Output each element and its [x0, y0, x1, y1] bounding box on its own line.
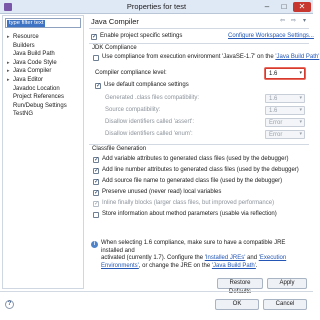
sidebar-item-label: Project References [13, 94, 65, 101]
page-nav-icons: ⇦ ⇨ ▾ [278, 17, 309, 26]
sidebar-item-label: Builders [13, 42, 35, 49]
execution-environments-link[interactable]: 'Execution [259, 255, 287, 261]
sidebar-item[interactable]: Run/Debug Settings [7, 102, 67, 110]
divider [89, 43, 309, 44]
execution-environments-link[interactable]: Environments' [101, 263, 139, 269]
classfile-option-label: Inline finally blocks (larger class file… [102, 200, 275, 206]
enum-identifier-value: Error [269, 132, 283, 138]
java-build-path-link[interactable]: 'Java Build Path' [212, 263, 256, 269]
footer-divider [0, 291, 313, 292]
class-compat-label: Generated .class files compatibility: [105, 95, 200, 101]
classfile-option-label: Add variable attributes to generated cla… [102, 156, 289, 162]
sidebar-item-label: Java Compiler [13, 68, 52, 75]
sidebar-item-label: Run/Debug Settings [13, 102, 67, 109]
chevron-down-icon: ▾ [299, 107, 302, 113]
assert-identifier-select[interactable]: Error ▾ [265, 118, 305, 127]
page-title: Java Compiler [91, 17, 139, 26]
cancel-button[interactable]: Cancel [263, 299, 307, 310]
chevron-down-icon: ▾ [299, 131, 302, 137]
enable-project-settings-checkbox[interactable] [91, 33, 97, 40]
sidebar-item[interactable]: ▸ Java Code Style [7, 59, 57, 67]
filter-input[interactable]: type filter text [5, 18, 81, 28]
compliance-level-select[interactable]: 1.6 ▾ [265, 68, 305, 79]
help-icon[interactable]: ? [5, 300, 14, 309]
sidebar-item-label: Java Code Style [13, 59, 57, 66]
jdk-compliance-title: JDK Compliance [91, 45, 138, 51]
sidebar-item-label: Javadoc Location [13, 85, 60, 92]
class-compat-select[interactable]: 1.6 ▾ [265, 94, 305, 103]
compliance-note: When selecting 1.6 compliance, make sure… [101, 240, 303, 270]
classfile-option-label: Add source file name to generated class … [102, 178, 283, 184]
sidebar-item[interactable]: Project References [7, 93, 64, 101]
classfile-option-checkbox[interactable] [93, 200, 99, 207]
minimize-button[interactable]: – [259, 2, 275, 12]
classfile-option-checkbox[interactable] [93, 178, 99, 185]
chevron-down-icon: ▾ [299, 70, 302, 76]
classfile-option-checkbox[interactable] [93, 189, 99, 196]
source-compat-label: Source compatibility: [105, 107, 161, 113]
apply-button[interactable]: Apply [267, 278, 307, 289]
sidebar-item-label: Java Editor [13, 77, 44, 83]
assert-identifier-value: Error [269, 120, 283, 126]
divider [89, 144, 309, 145]
chevron-down-icon: ▾ [299, 95, 302, 101]
configure-workspace-link[interactable]: Configure Workspace Settings... [228, 33, 314, 40]
window-titlebar: Properties for test – □ ✕ [0, 0, 313, 14]
classfile-option-checkbox[interactable] [93, 212, 99, 218]
use-env-compliance-checkbox[interactable] [93, 55, 99, 61]
note-line-3: Environments', or change the JRE on the … [101, 262, 258, 269]
note-line-1: When selecting 1.6 compliance, make sure… [101, 240, 286, 254]
use-default-compliance-checkbox[interactable] [95, 82, 101, 89]
info-icon: i [91, 241, 98, 248]
source-compat-value: 1.6 [269, 108, 278, 114]
forward-icon[interactable]: ⇨ [289, 17, 298, 26]
filter-text: type filter text [7, 20, 46, 27]
sidebar-item[interactable]: Javadoc Location [7, 85, 60, 93]
class-compat-value: 1.6 [269, 96, 278, 102]
menu-icon[interactable]: ▾ [300, 17, 309, 26]
sidebar-item[interactable]: TestNG [7, 110, 33, 118]
restore-defaults-button[interactable]: Restore Defaults [217, 278, 263, 295]
classfile-option-label: Add line number attributes to generated … [102, 167, 299, 173]
title-divider [89, 28, 309, 29]
sidebar-item-label: Java Build Path [13, 51, 55, 58]
sidebar-item[interactable]: Builders [7, 42, 35, 50]
back-icon[interactable]: ⇦ [278, 17, 287, 26]
assert-identifier-label: Disallow identifiers called 'assert': [105, 119, 194, 125]
java-compiler-page: Java Compiler ⇦ ⇨ ▾ Enable project speci… [87, 15, 319, 295]
preference-tree-panel: type filter text ▸ Resource Builders Java B… [2, 15, 84, 289]
sidebar-item-label: Resource [13, 34, 39, 40]
classfile-option-label: Store information about method parameter… [102, 211, 277, 217]
classfile-option-checkbox[interactable] [93, 167, 99, 174]
java-build-path-link[interactable]: 'Java Build Path' [275, 54, 319, 60]
enum-identifier-label: Disallow identifiers called 'enum': [105, 131, 193, 137]
classfile-option-label: Preserve unused (never read) local varia… [102, 189, 222, 195]
chevron-down-icon: ▾ [299, 119, 302, 125]
use-env-compliance-label: Use compliance from execution environmen… [102, 54, 320, 60]
compliance-level-value: 1.6 [269, 71, 278, 77]
source-compat-select[interactable]: 1.6 ▾ [265, 106, 305, 115]
sidebar-item[interactable]: ▸ Java Compiler [7, 67, 51, 75]
enable-project-settings-label: Enable project specific settings [100, 33, 183, 39]
note-line-2: activated (currently 1.7). Configure the… [101, 255, 287, 261]
classfile-generation-title: Classfile Generation [91, 146, 148, 152]
sidebar-item[interactable]: ▸ Resource [7, 33, 39, 41]
sidebar-item[interactable]: ▸ Java Editor [7, 76, 43, 84]
compliance-level-label: Compiler compliance level: [95, 70, 167, 76]
classfile-option-checkbox[interactable] [93, 156, 99, 163]
sidebar-item[interactable]: Java Build Path [7, 50, 55, 58]
maximize-button[interactable]: □ [276, 2, 292, 12]
enum-identifier-select[interactable]: Error ▾ [265, 130, 305, 139]
use-default-compliance-label: Use default compliance settings [104, 82, 189, 88]
ok-button[interactable]: OK [215, 299, 259, 310]
sidebar-item-label: TestNG [13, 111, 34, 118]
installed-jres-link[interactable]: 'Installed JREs' [205, 255, 246, 261]
close-button[interactable]: ✕ [293, 2, 311, 12]
